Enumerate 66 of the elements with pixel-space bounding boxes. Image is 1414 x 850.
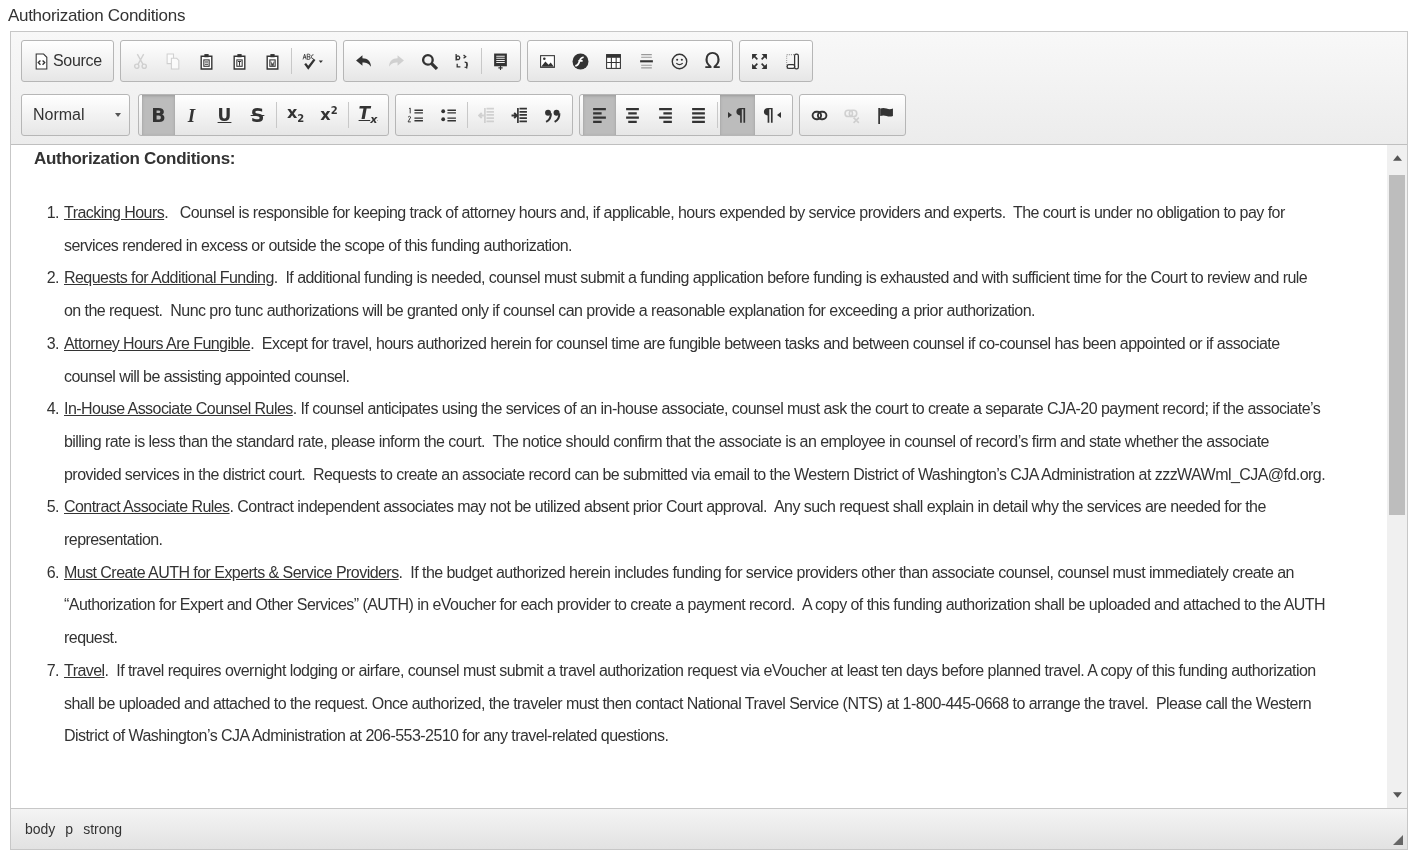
triangle-icon (728, 112, 733, 118)
rtl-button[interactable]: ¶ (754, 95, 790, 135)
list-number: 4. (45, 399, 59, 420)
smiley-icon (670, 52, 688, 70)
triangle-icon (777, 112, 782, 118)
italic-button[interactable]: I (175, 95, 208, 135)
list-paragraph: Tracking Hours. Counsel is responsible for keeping track of attorney hours and, if applicable, hours expended by service providers and experts. The court is under no obligation to pay for services rendered in excess or outside the scope of this funding authorization. (64, 203, 1286, 256)
copy-icon (164, 52, 182, 70)
document-icon (491, 52, 509, 70)
align-right-icon (657, 106, 675, 124)
list-paragraph: Requests for Additional Funding. If additional funding is needed, counsel must submit a funding application before funding is exhausted and with sufficient time for the Court to review and rule on the request. Nunc pro tunc authorizations will be granted only if counsel can provide a reasonable explanation for exceeding a prior authorization. (64, 268, 1309, 322)
list-number: 5. (45, 497, 59, 518)
superscript-button[interactable]: x$^{2}$ (312, 95, 346, 135)
char-button[interactable]: Ω (695, 41, 729, 81)
search-icon (420, 52, 438, 70)
scroll-up-icon[interactable] (1392, 155, 1402, 161)
clipboard-icon (263, 52, 281, 70)
image-icon (538, 52, 556, 70)
list-number: 3. (45, 333, 59, 354)
align-center-icon (624, 106, 642, 124)
scroll-thumb[interactable] (1389, 175, 1405, 515)
clipboard-icon (230, 52, 248, 70)
resize-grip-icon[interactable] (1393, 835, 1403, 845)
subscript-button[interactable]: x$_{2}$ (279, 95, 313, 135)
align-left-icon (591, 106, 609, 124)
list-paragraph: Attorney Hours Are Fungible. Except for travel, hours authorized herein for counsel time are fungible between tasks and between counsel if co-counsel has been appointed or if associate counsel will be assisting appointed counsel. (64, 333, 1281, 387)
horizontal-line-icon (637, 52, 655, 70)
clipboard-icon (197, 52, 215, 70)
element-path-link[interactable]: p (65, 821, 74, 837)
show-blocks-icon (783, 52, 801, 70)
unlink-icon (844, 106, 862, 124)
flash-icon (571, 52, 589, 70)
field-label: Authorization Conditions (8, 5, 187, 27)
scroll-down-icon[interactable] (1392, 792, 1402, 798)
list-number: 1. (45, 203, 59, 223)
list-paragraph: In-House Associate Counsel Rules. If counsel anticipates using the services of an in-house associate, counsel must ask the court to create a separate CJA-20 payment record; if the associate’s billing rate is less than the standard rate, please inform the court. The notice should confirm that the associate is an employee in counsel of record’s firm and state whether the associate provided services in the district court. Requests to create an associate record can be submitted via email to the Western District of Washington’s CJA Administration at zzzWAWml_CJA@fd.org. (64, 399, 1327, 485)
bold-button[interactable]: B (142, 95, 175, 135)
caret-icon (115, 113, 121, 117)
format-dropdown[interactable]: Normal (21, 94, 130, 136)
justify-icon (690, 106, 708, 124)
element-path-link[interactable]: strong (83, 821, 123, 837)
list-paragraph: Travel. If travel requires overnight lodging or airfare, counsel must submit a travel authorization request via eVoucher at least ten days before planned travel. A copy of this funding authorization shall be uploaded and attached to the request. Once authorized, the traveler must then contact National Travel Service (NTS) at 1-800-445-0668 to arrange the travel. Please call the Western District of Washington’s CJA Administration at 206-553-2510 for any travel-related questions. (64, 660, 1317, 747)
table-icon (604, 52, 622, 70)
list-paragraph: Must Create AUTH for Experts & Service Providers. If the budget authorized herein includes funding for service providers other than associate counsel, counsel must immediately create an “Authorization for Expert and Other Services” (AUTH) in eVoucher for each provider to create a payment record. A copy of this funding authorization shall be uploaded and attached to the AUTH request. (64, 562, 1327, 649)
outdent-icon (478, 106, 496, 124)
source-button[interactable]: Source (25, 41, 110, 81)
align-left-button[interactable] (583, 95, 617, 135)
numbered-list-icon (407, 106, 425, 124)
maximize-icon (750, 52, 768, 70)
element-path-link[interactable]: body (25, 821, 56, 837)
vertical-scrollbar[interactable] (1387, 145, 1407, 808)
list-number: 2. (45, 268, 59, 289)
list-number: 7. (45, 660, 59, 681)
bulleted-list-icon (440, 106, 458, 124)
ltr-button[interactable]: ¶ (720, 95, 755, 135)
list-paragraph: Contract Associate Rules. Contract independent associates may not be utilized absent prior Court approval. Any such request shall explain in detail why the services are needed for the representation. (64, 497, 1267, 551)
content-heading: Authorization Conditions: (34, 148, 237, 170)
spellcheck-icon (301, 52, 325, 70)
strike-button[interactable]: S (241, 95, 274, 135)
document-code-icon (33, 52, 50, 70)
indent-icon (511, 106, 529, 124)
scissors-icon (131, 52, 149, 70)
underline-button[interactable]: U (208, 95, 241, 135)
flag-icon (877, 106, 895, 124)
list-number: 6. (45, 562, 59, 583)
clear-button[interactable]: T$_{x}$ (350, 95, 386, 135)
